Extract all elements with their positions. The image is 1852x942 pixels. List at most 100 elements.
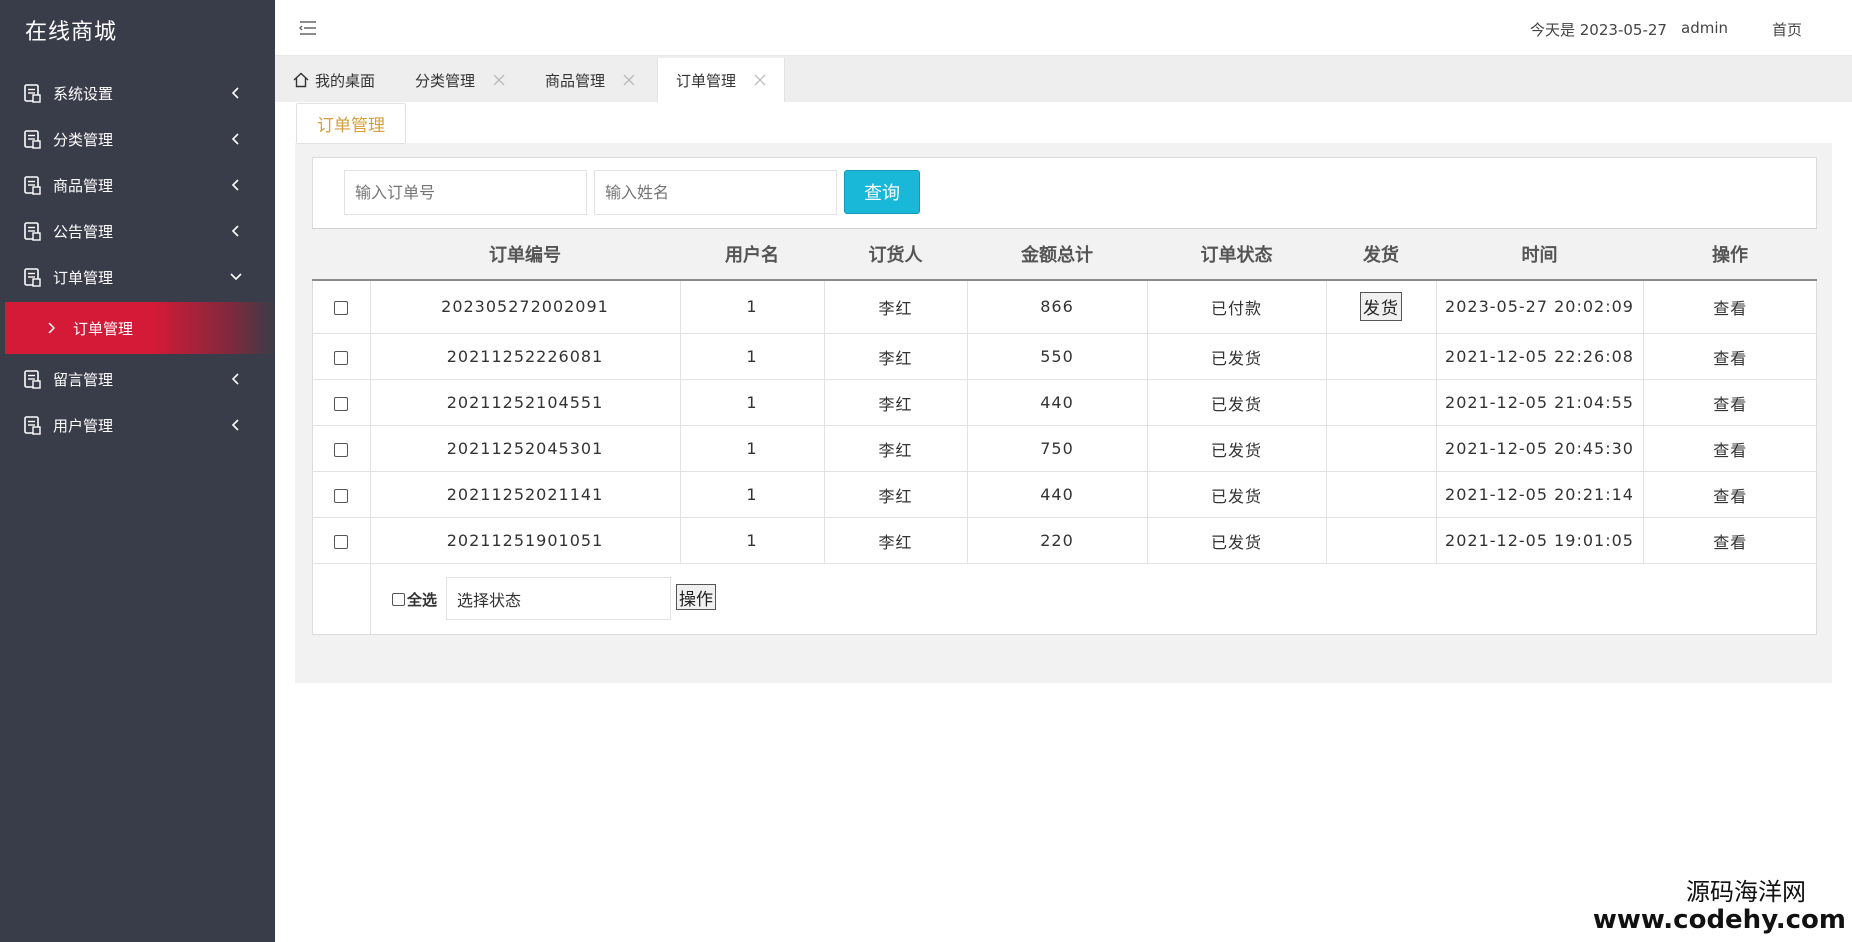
document-icon bbox=[24, 221, 41, 241]
document-icon bbox=[24, 267, 41, 287]
tab-desktop[interactable]: 我的桌面 bbox=[293, 58, 375, 102]
sidebar-item-users[interactable]: 用户管理 bbox=[0, 402, 275, 448]
cell-ship bbox=[1325, 379, 1436, 426]
cell-status: 已发货 bbox=[1146, 379, 1326, 426]
row-checkbox[interactable] bbox=[333, 442, 348, 457]
watermark-line1: 源码海洋网 bbox=[1686, 878, 1806, 906]
col-header: 用户名 bbox=[680, 228, 824, 281]
sidebar-item-messages[interactable]: 留言管理 bbox=[0, 356, 275, 402]
sidebar-item-category[interactable]: 分类管理 bbox=[0, 116, 275, 162]
cell-status: 已发货 bbox=[1146, 471, 1326, 518]
cell-ship bbox=[1325, 333, 1436, 380]
table-row: 20211251901051 1 李红 220 已发货 2021-12-05 1… bbox=[312, 517, 1817, 564]
cell-status: 已发货 bbox=[1146, 333, 1326, 380]
tab-category[interactable]: 分类管理 bbox=[415, 58, 505, 102]
sidebar-item-label: 留言管理 bbox=[53, 370, 114, 389]
sidebar-item-products[interactable]: 商品管理 bbox=[0, 162, 275, 208]
chevron-left-icon bbox=[231, 419, 239, 431]
view-link[interactable]: 查看 bbox=[1642, 471, 1817, 518]
watermark: 源码海洋网 www.codehy.com bbox=[1593, 878, 1846, 934]
status-select[interactable]: 选择状态 bbox=[446, 577, 671, 620]
app-logo-title: 在线商城 bbox=[25, 20, 118, 45]
view-link[interactable]: 查看 bbox=[1642, 425, 1817, 472]
tab-label: 订单管理 bbox=[676, 71, 737, 90]
sidebar-item-label: 公告管理 bbox=[53, 222, 114, 241]
cell-customer: 李红 bbox=[823, 379, 967, 426]
view-link[interactable]: 查看 bbox=[1642, 379, 1817, 426]
orders-table: 订单编号 用户名 订货人 金额总计 订单状态 发货 时间 操作 20230527… bbox=[312, 228, 1817, 564]
row-checkbox[interactable] bbox=[333, 534, 348, 549]
select-all-checkbox[interactable]: 全选 bbox=[392, 589, 437, 610]
select-all-box[interactable] bbox=[392, 593, 405, 606]
customer-name-input[interactable] bbox=[594, 170, 837, 215]
cell-user: 1 bbox=[679, 517, 824, 564]
sidebar-item-system-settings[interactable]: 系统设置 bbox=[0, 70, 275, 116]
document-icon bbox=[24, 83, 41, 103]
cell-user: 1 bbox=[679, 333, 824, 380]
sidebar-subitem-label: 订单管理 bbox=[73, 319, 134, 338]
cell-status: 已付款 bbox=[1146, 279, 1326, 334]
cell-amount: 440 bbox=[966, 379, 1147, 426]
view-link[interactable]: 查看 bbox=[1642, 279, 1817, 334]
close-icon[interactable] bbox=[623, 74, 635, 86]
col-header: 发货 bbox=[1326, 228, 1436, 281]
sidebar-item-announcements[interactable]: 公告管理 bbox=[0, 208, 275, 254]
view-link[interactable]: 查看 bbox=[1642, 517, 1817, 564]
cell-amount: 550 bbox=[966, 333, 1147, 380]
cell-customer: 李红 bbox=[823, 425, 967, 472]
col-header: 订货人 bbox=[824, 228, 967, 281]
menu-toggle-icon[interactable] bbox=[299, 20, 317, 36]
cell-user: 1 bbox=[679, 471, 824, 518]
table-row: 20211252104551 1 李红 440 已发货 2021-12-05 2… bbox=[312, 379, 1817, 426]
view-link[interactable]: 查看 bbox=[1642, 333, 1817, 380]
tab-products[interactable]: 商品管理 bbox=[545, 58, 635, 102]
cell-order-no: 20211252226081 bbox=[369, 333, 680, 380]
tab-label: 商品管理 bbox=[545, 71, 606, 90]
header-date: 今天是 2023-05-27 bbox=[1530, 21, 1667, 39]
table-row: 20211252021141 1 李红 440 已发货 2021-12-05 2… bbox=[312, 471, 1817, 518]
close-icon[interactable] bbox=[754, 74, 766, 86]
cell-time: 2021-12-05 20:45:30 bbox=[1435, 425, 1643, 472]
cell-ship bbox=[1325, 425, 1436, 472]
sidebar-menu: 系统设置 分类管理 商品管理 公告管理 订单管理 订单管理 留言管理 用户管理 bbox=[0, 70, 275, 448]
document-icon bbox=[24, 175, 41, 195]
order-number-input[interactable] bbox=[344, 170, 587, 215]
cell-amount: 440 bbox=[966, 471, 1147, 518]
chevron-left-icon bbox=[231, 373, 239, 385]
row-checkbox[interactable] bbox=[333, 350, 348, 365]
sidebar-item-orders[interactable]: 订单管理 bbox=[0, 254, 275, 300]
table-row: 20211252045301 1 李红 750 已发货 2021-12-05 2… bbox=[312, 425, 1817, 472]
select-all-label: 全选 bbox=[407, 591, 438, 609]
tab-label: 我的桌面 bbox=[315, 71, 376, 90]
col-header: 订单状态 bbox=[1147, 228, 1326, 281]
cell-time: 2021-12-05 21:04:55 bbox=[1435, 379, 1643, 426]
chevron-left-icon bbox=[231, 225, 239, 237]
row-checkbox[interactable] bbox=[333, 488, 348, 503]
cell-order-no: 20211252045301 bbox=[369, 425, 680, 472]
sidebar-item-label: 商品管理 bbox=[53, 176, 114, 195]
header-username[interactable]: admin bbox=[1681, 19, 1728, 37]
table-row: 202305272002091 1 李红 866 已付款 发货 2023-05-… bbox=[312, 279, 1817, 334]
table-header-row: 订单编号 用户名 订货人 金额总计 订单状态 发货 时间 操作 bbox=[312, 228, 1817, 281]
cell-ship bbox=[1325, 517, 1436, 564]
divider bbox=[370, 563, 371, 634]
watermark-line2: www.codehy.com bbox=[1592, 905, 1846, 935]
row-checkbox[interactable] bbox=[333, 396, 348, 411]
cell-time: 2021-12-05 19:01:05 bbox=[1435, 517, 1643, 564]
ship-button[interactable]: 发货 bbox=[1360, 292, 1402, 322]
sidebar-subitem-order-management[interactable]: 订单管理 bbox=[5, 302, 275, 354]
chevron-left-icon bbox=[231, 133, 239, 145]
search-button[interactable]: 查询 bbox=[844, 170, 920, 214]
sidebar-item-label: 分类管理 bbox=[53, 130, 114, 149]
col-header: 操作 bbox=[1643, 228, 1817, 281]
document-icon bbox=[24, 415, 41, 435]
header-home-link[interactable]: 首页 bbox=[1772, 19, 1802, 40]
tab-orders[interactable]: 订单管理 bbox=[657, 58, 785, 102]
row-checkbox[interactable] bbox=[333, 300, 348, 315]
cell-time: 2023-05-27 20:02:09 bbox=[1435, 279, 1643, 334]
chevron-right-icon bbox=[48, 322, 56, 334]
operate-button[interactable]: 操作 bbox=[676, 584, 716, 610]
section-title-tab[interactable]: 订单管理 bbox=[296, 103, 406, 144]
cell-order-no: 20211251901051 bbox=[369, 517, 680, 564]
close-icon[interactable] bbox=[493, 74, 505, 86]
